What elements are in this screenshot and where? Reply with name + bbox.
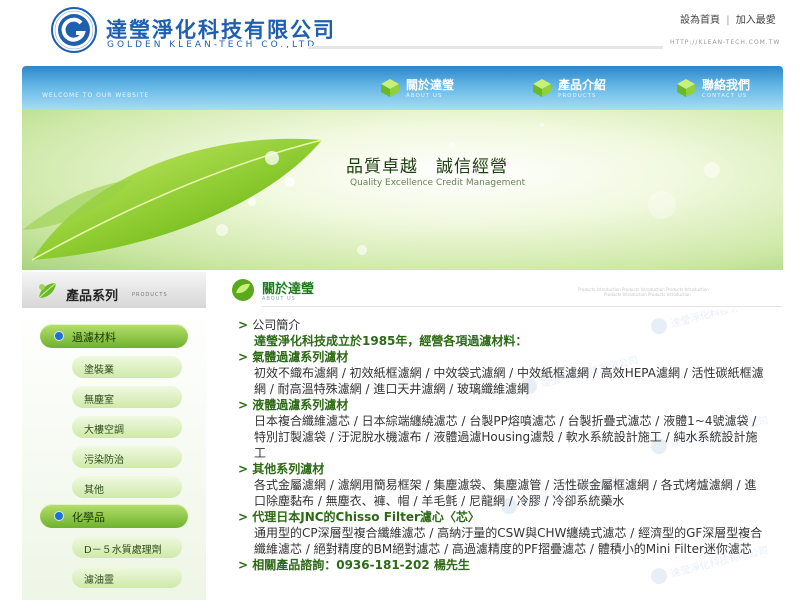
arrow-icon: > [238, 510, 253, 524]
about-article: > 公司簡介 達瑩淨化科技成立於1985年，經營各項過濾材料： > 氣體過濾系列濾材… [238, 317, 768, 573]
arrow-icon: > [238, 398, 253, 412]
bullet-icon [54, 511, 64, 521]
bullet-icon [54, 331, 64, 341]
subcategory-coating[interactable]: 塗裝業 [72, 356, 182, 378]
green-orb-icon [232, 279, 254, 301]
subcategory-other[interactable]: 其他 [72, 476, 182, 498]
company-name-en: GOLDEN KLEAN-TECH CO.,LTD. [107, 40, 324, 50]
section-body: 各式金屬濾網 / 濾網用簡易框架 / 集塵濾袋、集塵濾管 / 活性碳金屬框濾網 … [254, 478, 757, 508]
subcategory-label: 塗裝業 [84, 365, 114, 376]
section-body: 日本複合纖維濾芯 / 日本綜端纏繞濾芯 / 台製PP熔噴濾芯 / 台製折疊式濾芯… [254, 414, 758, 460]
section-heading: > 氣體過濾系列濾材 [238, 349, 768, 365]
welcome-text: WELCOME TO OUR WEBSITE [42, 92, 150, 99]
green-cube-icon [677, 79, 695, 97]
sidebar-title: 產品系列 [66, 289, 119, 304]
section-heading-text: 液體過濾系列濾材 [252, 398, 349, 412]
section-heading: > 公司簡介 [238, 317, 768, 333]
green-cube-icon [533, 79, 551, 97]
arrow-icon: > [238, 558, 253, 572]
leaf-illustration [22, 123, 720, 261]
subcategory-pollution-control[interactable]: 污染防治 [72, 446, 182, 468]
nav-about-us-sublabel: ABOUT US [406, 93, 443, 99]
subcategory-oil-filter-agent[interactable]: 濾油靈 [72, 566, 182, 588]
arrow-icon: > [238, 350, 253, 364]
subcategory-label: 其他 [84, 485, 104, 496]
content-divider [262, 306, 782, 307]
main-navigation: WELCOME TO OUR WEBSITE 關於達瑩 ABOUT US 產品介… [22, 66, 783, 110]
top-links: 設為首頁 | 加入最愛 [680, 11, 776, 26]
company-logo-icon [51, 7, 97, 53]
nav-about-us-label: 關於達瑩 [406, 78, 455, 92]
subcategory-label: D－５水質處理劑 [84, 545, 162, 556]
set-homepage-link[interactable]: 設為首頁 [680, 15, 720, 26]
sidebar-header: 產品系列 PRODUCTS [22, 272, 206, 308]
arrow-icon: > [238, 318, 253, 332]
content-subtitle: ABOUT US [262, 296, 296, 302]
section-body: 通用型的CP深層型複合纖維濾芯 / 高納汙量的CSW與CHW纏繞式濾芯 / 經濟… [254, 526, 763, 556]
leaf-icon [38, 282, 57, 299]
slogan-english: Quality Excellence Credit Management [350, 178, 526, 188]
arrow-icon: > [238, 462, 253, 476]
section-heading: > 液體過濾系列濾材 [238, 397, 768, 413]
header-divider [308, 46, 663, 49]
add-favorite-link[interactable]: 加入最愛 [736, 15, 776, 26]
category-label: 化學品 [72, 511, 105, 524]
category-label: 過濾材料 [72, 331, 116, 344]
nav-contact-us-label: 聯絡我們 [702, 78, 751, 92]
section-body: 達瑩淨化科技成立於1985年，經營各項過濾材料： [254, 334, 528, 348]
section-heading-text: 其他系列濾材 [252, 462, 325, 476]
subcategory-label: 無塵室 [84, 395, 114, 406]
subcategory-label: 大樓空調 [84, 425, 124, 436]
section-heading: > 其他系列濾材 [238, 461, 768, 477]
category-chemicals[interactable]: 化學品 [40, 504, 188, 528]
section-heading: > 代理日本JNC的Chisso Filter濾心〈芯〉 [238, 509, 768, 525]
subcategory-label: 污染防治 [84, 455, 124, 466]
subcategory-building-hvac[interactable]: 大樓空調 [72, 416, 182, 438]
category-filter-materials[interactable]: 過濾材料 [40, 324, 188, 348]
section-heading: > 相關產品諮詢：0936-181-202 楊先生 [238, 557, 768, 573]
slogan-chinese: 品質卓越 誠信經營 [346, 157, 508, 177]
website-url: HTTP://KLEAN-TECH.COM.TW [670, 39, 781, 46]
section-body: 初效不織布濾網 / 初效紙框濾網 / 中效袋式濾網 / 中效紙框濾網 / 高效H… [254, 366, 764, 396]
subcategory-cleanroom[interactable]: 無塵室 [72, 386, 182, 408]
sidebar-subtitle: PRODUCTS [132, 292, 168, 298]
section-heading-text: 氣體過濾系列濾材 [252, 350, 349, 364]
hero-banner: 品質卓越 誠信經營 Quality Excellence Credit Mana… [22, 110, 783, 270]
nav-contact-us-sublabel: CONTACT US [702, 93, 748, 99]
section-heading-text: 公司簡介 [252, 318, 301, 332]
section-heading-text: 代理日本JNC的Chisso Filter濾心〈芯〉 [252, 510, 480, 524]
section-heading-text: 相關產品諮詢：0936-181-202 楊先生 [252, 558, 470, 572]
subcategory-label: 濾油靈 [84, 575, 114, 586]
decorative-caption: Products Introduction Products Introduct… [604, 292, 691, 297]
link-separator: | [726, 15, 730, 26]
subcategory-d5-water-treatment[interactable]: D－５水質處理劑 [72, 536, 182, 558]
nav-products-sublabel: PRODUCTS [558, 93, 597, 99]
green-cube-icon [381, 79, 399, 97]
content-title: 關於達瑩 [262, 282, 315, 297]
nav-products-label: 產品介紹 [558, 78, 607, 92]
